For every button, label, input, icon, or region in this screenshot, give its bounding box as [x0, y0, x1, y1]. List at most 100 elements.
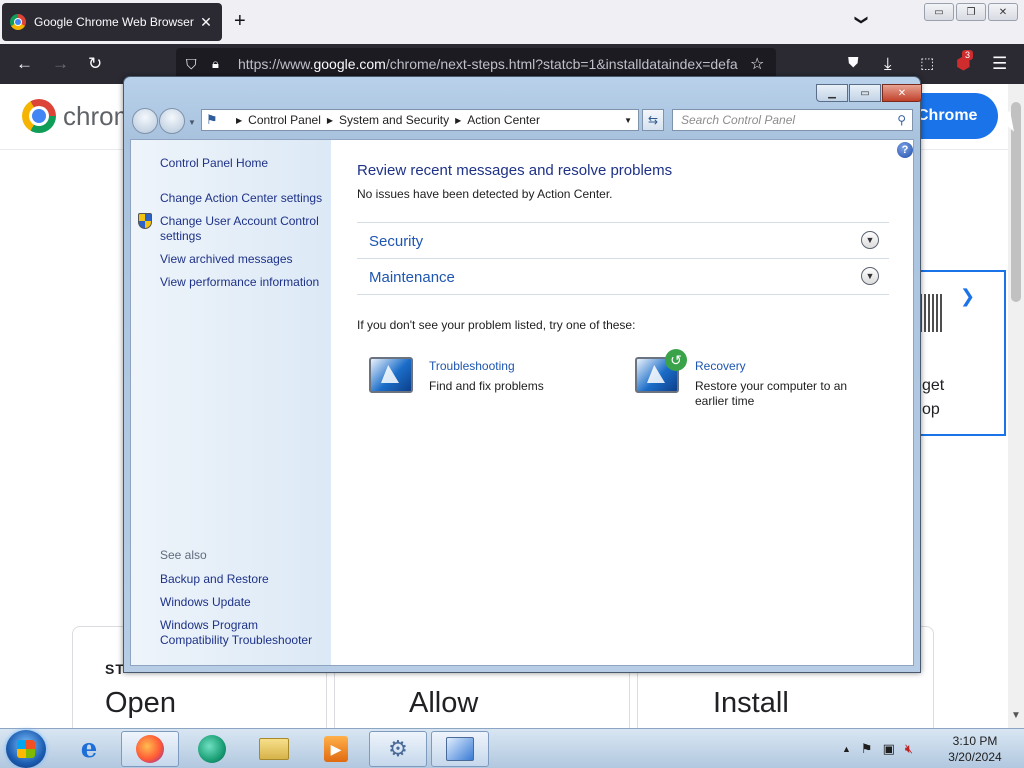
chevron-down-icon[interactable]: ▼	[861, 267, 879, 285]
clock-time: 3:10 PM	[952, 734, 998, 748]
recent-pages-dropdown-icon[interactable]: ▼	[188, 118, 196, 127]
section-maintenance[interactable]: Maintenance ▼	[357, 258, 889, 294]
pocket-icon[interactable]: ⛊	[848, 54, 859, 71]
recovery-link[interactable]: Recovery	[695, 359, 746, 373]
scroll-down-arrow-icon[interactable]: ▼	[1011, 710, 1021, 721]
page-scrollbar[interactable]: ▼	[1008, 84, 1024, 728]
see-also-backup-restore[interactable]: Backup and Restore	[160, 572, 269, 587]
sidebar-link-uac-settings[interactable]: Change User Account Control settings	[160, 214, 328, 244]
cp-search-input[interactable]: Search Control Panel ⚲	[672, 109, 913, 131]
extension-badge: 3	[962, 50, 974, 60]
step-title: Install	[713, 687, 789, 719]
tab-title: Google Chrome Web Browser	[34, 15, 194, 29]
sidebar-link-action-center-settings[interactable]: Change Action Center settings	[160, 191, 322, 206]
reload-icon[interactable]: ↻	[88, 54, 102, 74]
cp-sidebar: Control Panel Home Change Action Center …	[131, 140, 331, 665]
system-clock[interactable]: 3:10 PM 3/20/2024	[936, 733, 1014, 765]
sidebar-link-archived-messages[interactable]: View archived messages	[160, 252, 293, 267]
chevron-right-icon[interactable]: ❯	[960, 286, 975, 307]
tab-list-chevron-icon[interactable]: ❯	[853, 15, 869, 26]
taskbar-media[interactable]: ▶	[307, 731, 365, 767]
firefox-icon	[136, 735, 164, 763]
qr-card[interactable]: ❯ get op	[920, 270, 1006, 436]
recovery-description: Restore your computer to an earlier time	[695, 379, 848, 408]
breadcrumb-arrow-icon[interactable]: ▶	[236, 116, 242, 125]
breadcrumb-action-center[interactable]: Action Center	[467, 113, 540, 127]
section-maintenance-label: Maintenance	[369, 269, 455, 286]
step-label: ST	[105, 661, 125, 677]
cp-maximize-button[interactable]: ▭	[849, 84, 881, 102]
show-hidden-icons-icon[interactable]: ▲	[842, 744, 851, 754]
taskbar-firefox[interactable]	[121, 731, 179, 767]
taskbar: e ▶ ⚙ ▲ ⚑ ▣ 🔇︎ 3:10 PM 3/20/2024	[0, 728, 1024, 768]
cp-refresh-button[interactable]: ⇆	[642, 109, 664, 131]
status-message: No issues have been detected by Action C…	[357, 187, 613, 201]
browser-tab-bar: Google Chrome Web Browser ✕ + ❯ ▭ ❐ ✕	[0, 0, 1024, 44]
chrome-favicon-icon	[10, 14, 26, 30]
breadcrumb-control-panel[interactable]: Control Panel	[248, 113, 321, 127]
cp-address-bar[interactable]: ⚑ ▶ Control Panel ▶ System and Security …	[201, 109, 639, 131]
sidebar-link-performance-info[interactable]: View performance information	[160, 275, 319, 290]
troubleshooting-tool[interactable]: Troubleshooting Find and fix problems	[357, 355, 607, 415]
cp-close-button[interactable]: ✕	[882, 84, 922, 102]
chat-bubble-icon	[198, 735, 226, 763]
section-divider	[357, 294, 889, 295]
see-also-compat-troubleshooter[interactable]: Windows Program Compatibility Troublesho…	[160, 618, 325, 648]
cp-nav-buttons	[132, 108, 192, 134]
start-button[interactable]	[6, 730, 46, 768]
tab-close-icon[interactable]: ✕	[196, 14, 216, 31]
troubleshooting-link[interactable]: Troubleshooting	[429, 359, 515, 373]
suggestion-text: If you don't see your problem listed, tr…	[357, 318, 636, 332]
step-title: Allow	[409, 687, 479, 719]
recovery-monitor-icon	[635, 349, 687, 393]
clock-date: 3/20/2024	[948, 750, 1002, 764]
page-title: Review recent messages and resolve probl…	[357, 162, 673, 179]
section-security[interactable]: Security ▼	[357, 222, 889, 258]
cp-forward-button[interactable]	[159, 108, 185, 134]
forward-arrow-icon[interactable]: →	[52, 54, 69, 74]
help-icon[interactable]: ?	[897, 142, 913, 158]
address-dropdown-icon[interactable]: ▼	[624, 116, 632, 125]
taskbar-app[interactable]	[183, 731, 241, 767]
step-title: Open	[105, 687, 176, 719]
breadcrumb-system-security[interactable]: System and Security	[339, 113, 449, 127]
shield-icon[interactable]: ⛉	[186, 56, 197, 73]
search-icon[interactable]: ⚲	[897, 113, 906, 127]
breadcrumb-arrow-icon[interactable]: ▶	[455, 116, 461, 125]
url-text: https://www.google.com/chrome/next-steps…	[238, 56, 738, 72]
taskbar-app-2[interactable]: ⚙	[369, 731, 427, 767]
browser-close-button[interactable]: ✕	[988, 3, 1018, 21]
extensions-icon[interactable]: ⬚	[920, 54, 934, 72]
volume-muted-icon[interactable]: 🔇︎	[905, 741, 913, 757]
chevron-down-icon[interactable]: ▼	[861, 231, 879, 249]
taskbar-explorer[interactable]	[245, 731, 303, 767]
network-icon[interactable]: ▣	[883, 741, 895, 757]
cp-back-button[interactable]	[132, 108, 158, 134]
recovery-tool[interactable]: Recovery Restore your computer to an ear…	[623, 349, 873, 415]
media-player-icon: ▶	[324, 736, 348, 762]
disc-tool-icon: ⚙	[388, 736, 408, 761]
new-tab-button[interactable]: +	[234, 10, 246, 33]
sidebar-link-home[interactable]: Control Panel Home	[160, 156, 268, 171]
taskbar-ie[interactable]: e	[60, 731, 118, 767]
action-center-flag-icon[interactable]: ⚑	[861, 741, 873, 757]
bookmark-star-icon[interactable]: ☆	[750, 54, 764, 74]
cp-minimize-button[interactable]: ▁	[816, 84, 848, 102]
breadcrumb-arrow-icon[interactable]: ▶	[327, 116, 333, 125]
browser-restore-button[interactable]: ❐	[956, 3, 986, 21]
see-also-heading: See also	[160, 548, 207, 562]
browser-minimize-button[interactable]: ▭	[924, 3, 954, 21]
system-tray: ▲ ⚑ ▣ 🔇︎	[842, 737, 913, 761]
control-panel-icon	[446, 737, 474, 761]
lock-icon[interactable]: 🔒︎	[212, 56, 219, 72]
see-also-windows-update[interactable]: Windows Update	[160, 595, 251, 610]
qr-code-icon	[920, 294, 942, 332]
back-arrow-icon[interactable]: ←	[16, 54, 33, 74]
action-center-flag-icon: ⚑	[206, 112, 218, 127]
section-security-label: Security	[369, 233, 424, 250]
download-icon[interactable]: ⤓	[884, 54, 892, 74]
taskbar-control-panel[interactable]	[431, 731, 489, 767]
control-panel-window-controls: ▁ ▭ ✕	[816, 84, 922, 102]
menu-hamburger-icon[interactable]: ☰	[992, 54, 1007, 74]
browser-tab[interactable]: Google Chrome Web Browser ✕	[2, 3, 222, 41]
